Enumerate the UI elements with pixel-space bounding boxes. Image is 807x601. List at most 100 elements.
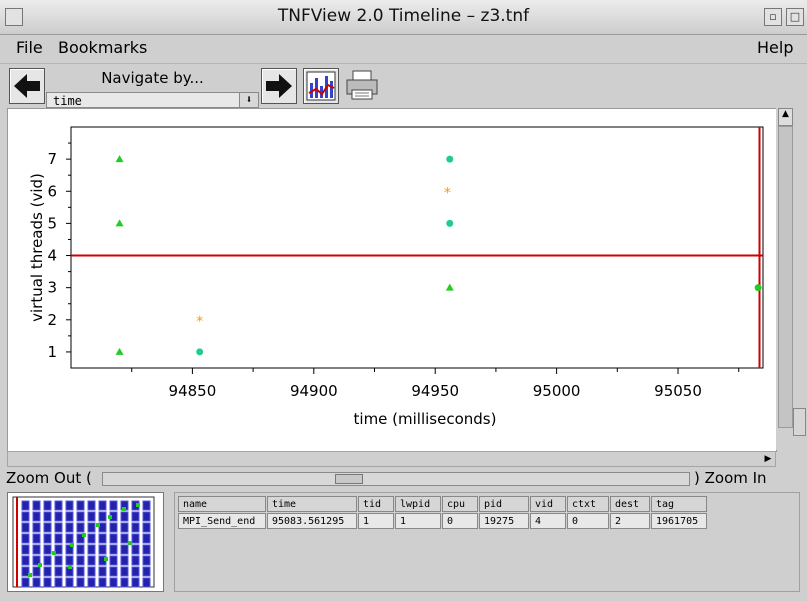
overview-cell — [120, 566, 129, 577]
table-cell-name: MPI_Send_end — [178, 513, 266, 529]
overview-cell — [54, 577, 63, 588]
overview-cell — [98, 577, 107, 588]
scroll-up-icon[interactable]: ▲ — [778, 108, 793, 126]
menu-file[interactable]: File — [16, 38, 43, 57]
data-point-triangle — [445, 283, 454, 291]
horizontal-scrollbar[interactable]: ▶ — [7, 451, 776, 467]
overview-map[interactable] — [7, 492, 164, 592]
printer-icon — [346, 70, 378, 100]
overview-marker — [108, 515, 112, 519]
right-arrow-icon — [266, 74, 292, 98]
overview-marker — [28, 573, 32, 577]
table-row[interactable]: MPI_Send_end 95083.561295 1 1 0 19275 4 0 2 19617… — [178, 513, 707, 529]
overview-marker — [82, 533, 86, 537]
overview-cell — [21, 577, 30, 588]
timeline-chart: 94850 94900 94950 95000 95050 1 2 3 4 5 6 7 time (mi… — [28, 126, 764, 428]
overview-marker — [96, 523, 100, 527]
forward-button[interactable] — [261, 68, 297, 104]
print-button[interactable] — [344, 68, 378, 102]
data-point-circle — [754, 284, 762, 292]
overview-cell — [21, 511, 30, 522]
overview-cell — [54, 511, 63, 522]
overview-cell — [120, 577, 129, 588]
navigate-select[interactable]: time ⬇ — [46, 92, 259, 108]
overview-cell — [43, 555, 52, 566]
overview-cell — [21, 522, 30, 533]
y-tick-label: 1 — [47, 343, 57, 361]
chart-button[interactable] — [303, 68, 339, 104]
overview-marker — [38, 563, 42, 567]
overview-cell — [142, 566, 151, 577]
timeline-plot-area[interactable]: 94850 94900 94950 95000 95050 1 2 3 4 5 6 7 time (mi… — [7, 108, 777, 452]
x-tick-label: 95000 — [533, 382, 581, 400]
chevron-down-icon[interactable]: ⬇ — [239, 93, 258, 107]
minimize-button[interactable]: ▫ — [764, 8, 782, 26]
overview-cell — [76, 522, 85, 533]
overview-cell — [32, 566, 41, 577]
overview-cell — [87, 544, 96, 555]
overview-cell — [120, 511, 129, 522]
data-point-star: * — [444, 185, 451, 201]
navigate-label: Navigate by... — [101, 69, 204, 87]
overview-cell — [43, 500, 52, 511]
vertical-scrollbar[interactable]: ▲ — [776, 108, 806, 450]
overview-cell — [109, 566, 118, 577]
column-header-vid: vid — [530, 496, 566, 512]
overview-cell — [87, 533, 96, 544]
overview-cell — [142, 511, 151, 522]
scroll-right-icon[interactable]: ▶ — [761, 452, 775, 466]
overview-cell — [32, 533, 41, 544]
table-cell-lwpid: 1 — [395, 513, 441, 529]
overview-cell — [54, 533, 63, 544]
column-header-time: time — [267, 496, 357, 512]
chart-icon — [306, 71, 336, 101]
menu-help[interactable]: Help — [757, 38, 793, 57]
maximize-button[interactable]: □ — [786, 8, 804, 26]
data-point-star: * — [196, 314, 203, 330]
overview-cell — [142, 522, 151, 533]
back-button[interactable] — [9, 68, 45, 104]
y-tick-label: 3 — [47, 279, 57, 297]
overview-cell — [65, 500, 74, 511]
overview-cell — [43, 566, 52, 577]
overview-cell — [43, 544, 52, 555]
event-table-panel: name time tid lwpid cpu pid vid ctxt dest tag MPI… — [174, 492, 800, 592]
overview-marker — [136, 503, 140, 507]
overview-cell — [43, 522, 52, 533]
column-header-lwpid: lwpid — [395, 496, 441, 512]
overview-cell — [87, 500, 96, 511]
table-cell-tid: 1 — [358, 513, 394, 529]
zoom-in-label[interactable]: ) Zoom In — [694, 469, 767, 487]
zoom-slider[interactable] — [102, 472, 690, 486]
overview-cell — [65, 522, 74, 533]
y-tick-label: 6 — [47, 182, 57, 200]
overview-cell — [109, 555, 118, 566]
left-arrow-icon — [14, 74, 40, 98]
overview-graphic — [12, 496, 155, 588]
menu-bookmarks[interactable]: Bookmarks — [58, 38, 147, 57]
zoom-out-label[interactable]: Zoom Out ( — [6, 469, 92, 487]
vertical-scroll-thumb[interactable] — [793, 408, 806, 436]
overview-cell — [131, 544, 140, 555]
overview-cell — [65, 511, 74, 522]
overview-cell — [131, 533, 140, 544]
table-cell-cpu: 0 — [442, 513, 478, 529]
overview-cell — [65, 577, 74, 588]
zoom-slider-thumb[interactable] — [335, 474, 363, 484]
x-tick-label: 94900 — [290, 382, 338, 400]
overview-cell — [87, 522, 96, 533]
y-tick-label: 5 — [47, 214, 57, 232]
x-axis-label: time (milliseconds) — [354, 410, 497, 428]
overview-cell — [76, 544, 85, 555]
overview-cell — [120, 533, 129, 544]
overview-cell — [142, 500, 151, 511]
overview-cell — [54, 544, 63, 555]
overview-cell — [76, 555, 85, 566]
vertical-scroll-track[interactable] — [778, 126, 793, 428]
overview-cell — [87, 566, 96, 577]
y-tick-label: 7 — [47, 150, 57, 168]
table-cell-tag: 1961705 — [651, 513, 707, 529]
y-axis-label: virtual threads (vid) — [28, 173, 46, 322]
data-point-triangle — [115, 347, 124, 355]
menu-bar: File Bookmarks Help — [0, 35, 807, 64]
